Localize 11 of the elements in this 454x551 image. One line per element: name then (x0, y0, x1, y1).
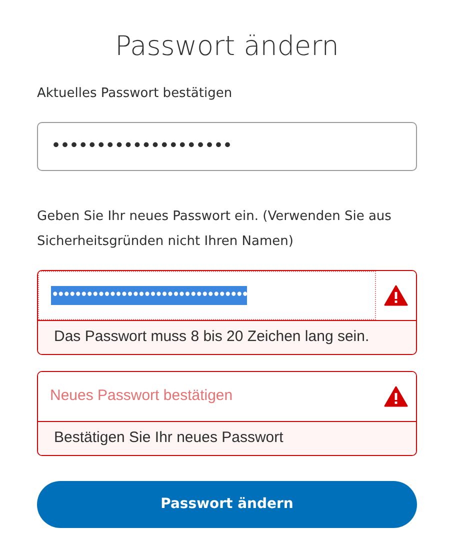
password-field[interactable]: Neues Passwort bestätigen (38, 372, 376, 421)
page-title: Passwort ändern (115, 30, 339, 64)
error-message: Bestätigen Sie Ihr neues Passwort (38, 421, 416, 455)
password-field[interactable]: •••••••••••••••••••••••••••••••••• (38, 271, 376, 320)
warning-icon (384, 386, 408, 407)
hint-text: Geben Sie Ihr neues Passwort ein. (Verwenden Sie aus Sicherheitsgründen nicht Ihren Namen) (37, 208, 392, 251)
submit-button[interactable]: Passwort ändern (37, 481, 417, 528)
warning-icon (384, 285, 408, 306)
error-message: Das Passwort muss 8 bis 20 Zeichen lang sein. (38, 320, 416, 354)
password-field[interactable]: •••••••••••••••••••• (37, 122, 417, 171)
field-label: Aktuelles Passwort bestätigen (37, 85, 234, 103)
